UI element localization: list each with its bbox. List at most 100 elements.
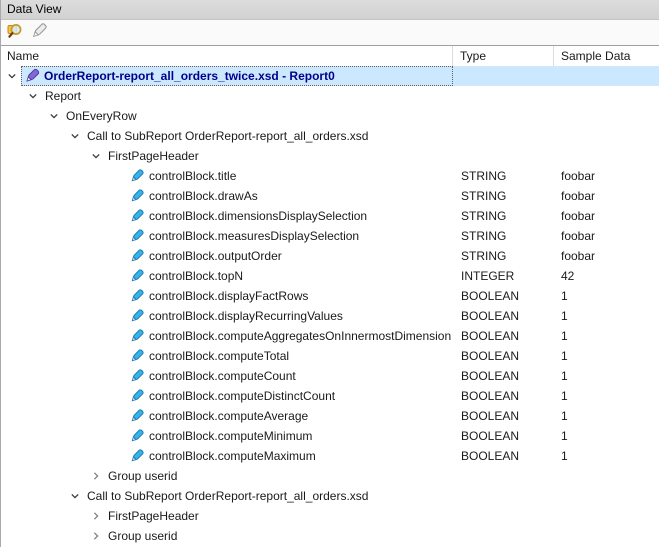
tree-row[interactable]: controlBlock.computeCount BOOLEAN 1 <box>1 366 659 386</box>
pencil-icon <box>30 22 48 43</box>
expander-toggle[interactable] <box>112 346 128 366</box>
cell-type <box>453 106 554 126</box>
expander-toggle[interactable] <box>112 286 128 306</box>
blue-pencil-icon <box>129 188 145 204</box>
expander-toggle[interactable] <box>28 86 44 106</box>
tree-row[interactable]: OrderReport-report_all_orders_twice.xsd … <box>1 66 659 86</box>
tree-cell-name: controlBlock.computeMinimum <box>1 426 453 446</box>
tree-row[interactable]: controlBlock.computeAverage BOOLEAN 1 <box>1 406 659 426</box>
cell-type: BOOLEAN <box>453 446 554 466</box>
expander-toggle[interactable] <box>112 326 128 346</box>
tree-cell-name: controlBlock.computeTotal <box>1 346 453 366</box>
expander-toggle[interactable] <box>112 306 128 326</box>
blue-pencil-icon <box>129 288 145 304</box>
tree-row[interactable]: controlBlock.computeDistinctCount BOOLEA… <box>1 386 659 406</box>
expander-toggle[interactable] <box>112 186 128 206</box>
expander-toggle[interactable] <box>91 506 107 526</box>
tree-row[interactable]: Call to SubReport OrderReport-report_all… <box>1 126 659 146</box>
expander-toggle[interactable] <box>112 266 128 286</box>
expander-toggle[interactable] <box>112 226 128 246</box>
tree-row[interactable]: controlBlock.computeAggregatesOnInnermos… <box>1 326 659 346</box>
cell-type: STRING <box>453 166 554 186</box>
tree-cell-name: controlBlock.displayFactRows <box>1 286 453 306</box>
tree-row[interactable]: Report <box>1 86 659 106</box>
purple-pencil-icon <box>24 68 40 84</box>
expander-toggle[interactable] <box>112 206 128 226</box>
tree-cell-name: controlBlock.drawAs <box>1 186 453 206</box>
cell-sample: 1 <box>554 286 659 306</box>
tree-row[interactable]: controlBlock.title STRING foobar <box>1 166 659 186</box>
toolbar <box>1 20 659 46</box>
cell-sample: foobar <box>554 206 659 226</box>
row-label: controlBlock.computeAverage <box>148 409 308 423</box>
tree-row[interactable]: controlBlock.computeTotal BOOLEAN 1 <box>1 346 659 366</box>
row-label: controlBlock.displayFactRows <box>148 289 308 303</box>
blue-pencil-icon <box>129 448 145 464</box>
expander-toggle[interactable] <box>49 106 65 126</box>
row-label: Report <box>44 89 81 103</box>
row-label: Call to SubReport OrderReport-report_all… <box>86 489 368 503</box>
cell-type: BOOLEAN <box>453 426 554 446</box>
tree-row[interactable]: controlBlock.displayFactRows BOOLEAN 1 <box>1 286 659 306</box>
row-label: controlBlock.computeCount <box>148 369 296 383</box>
tree-row[interactable]: controlBlock.outputOrder STRING foobar <box>1 246 659 266</box>
edit-button[interactable] <box>28 22 50 44</box>
blue-pencil-icon <box>129 168 145 184</box>
tree-cell-name: FirstPageHeader <box>1 146 453 166</box>
expander-toggle[interactable] <box>91 146 107 166</box>
column-header-sample[interactable]: Sample Data <box>554 46 659 66</box>
blue-pencil-icon <box>129 328 145 344</box>
expander-toggle[interactable] <box>91 466 107 486</box>
expander-toggle[interactable] <box>70 126 86 146</box>
expander-toggle[interactable] <box>112 446 128 466</box>
cell-type: STRING <box>453 186 554 206</box>
blue-pencil-icon <box>129 368 145 384</box>
column-headers: Name Type Sample Data <box>1 46 659 66</box>
cell-sample: 1 <box>554 386 659 406</box>
expander-toggle[interactable] <box>7 66 23 86</box>
chevron-down-icon <box>91 151 101 161</box>
cell-type <box>453 66 554 86</box>
tree-row[interactable]: Group userid <box>1 526 659 546</box>
cell-sample: 1 <box>554 366 659 386</box>
tree-row[interactable]: controlBlock.computeMinimum BOOLEAN 1 <box>1 426 659 446</box>
tree-row[interactable]: controlBlock.drawAs STRING foobar <box>1 186 659 206</box>
row-label: controlBlock.title <box>148 169 236 183</box>
tree-row[interactable]: Group userid <box>1 466 659 486</box>
expander-toggle[interactable] <box>112 366 128 386</box>
expander-toggle[interactable] <box>91 526 107 546</box>
cell-sample <box>554 66 659 86</box>
tree-row[interactable]: controlBlock.dimensionsDisplaySelection … <box>1 206 659 226</box>
tree-row[interactable]: controlBlock.displayRecurringValues BOOL… <box>1 306 659 326</box>
column-header-name[interactable]: Name <box>1 46 453 66</box>
blue-pencil-icon <box>129 268 145 284</box>
cell-sample <box>554 486 659 506</box>
data-view-panel: Data View Name T <box>0 0 659 547</box>
tree-row[interactable]: controlBlock.computeMaximum BOOLEAN 1 <box>1 446 659 466</box>
cell-type: BOOLEAN <box>453 286 554 306</box>
tree-row[interactable]: OnEveryRow <box>1 106 659 126</box>
cell-sample: 1 <box>554 346 659 366</box>
tree-row[interactable]: FirstPageHeader <box>1 146 659 166</box>
column-header-type[interactable]: Type <box>453 46 554 66</box>
row-label: Group userid <box>107 469 177 483</box>
tree-row[interactable]: FirstPageHeader <box>1 506 659 526</box>
cell-type: STRING <box>453 226 554 246</box>
tree-row[interactable]: Call to SubReport OrderReport-report_all… <box>1 486 659 506</box>
blue-pencil-icon <box>129 228 145 244</box>
row-label: controlBlock.topN <box>148 269 243 283</box>
expander-toggle[interactable] <box>112 426 128 446</box>
expander-toggle[interactable] <box>112 166 128 186</box>
cell-sample: foobar <box>554 246 659 266</box>
blue-pencil-icon <box>129 408 145 424</box>
blue-pencil-icon <box>129 388 145 404</box>
expander-toggle[interactable] <box>112 246 128 266</box>
row-label: OnEveryRow <box>65 109 137 123</box>
tree-row[interactable]: controlBlock.topN INTEGER 42 <box>1 266 659 286</box>
tree-row[interactable]: controlBlock.measuresDisplaySelection ST… <box>1 226 659 246</box>
select-fields-button[interactable] <box>4 22 26 44</box>
expander-toggle[interactable] <box>70 486 86 506</box>
tree-cell-name: Group userid <box>1 466 453 486</box>
expander-toggle[interactable] <box>112 386 128 406</box>
expander-toggle[interactable] <box>112 406 128 426</box>
